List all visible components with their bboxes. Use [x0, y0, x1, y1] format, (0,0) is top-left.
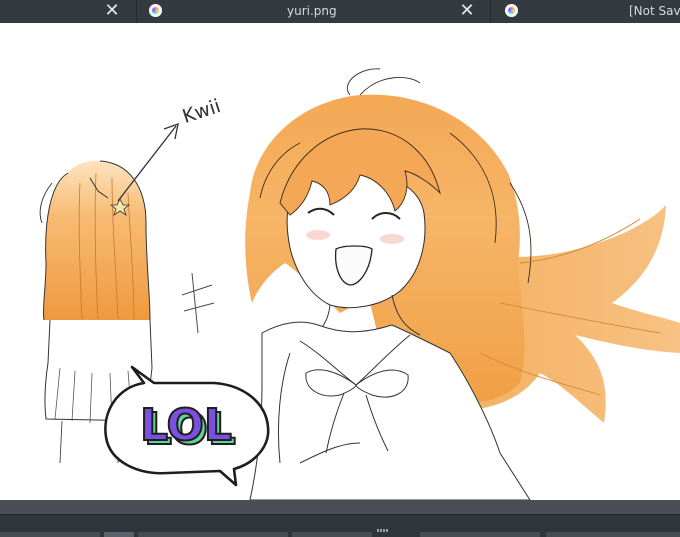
drawing-canvas[interactable]: Kwii LOL LOL: [0, 23, 680, 500]
status-segment: [420, 532, 540, 537]
status-segment: [292, 532, 372, 537]
artwork: Kwii LOL LOL: [39, 68, 680, 500]
close-icon[interactable]: ✕: [457, 1, 477, 21]
speech-bubble: LOL LOL: [104, 365, 270, 487]
app-window: ✕ yuri.png ✕ [Not Save: [0, 0, 680, 537]
tab-yuri-png[interactable]: yuri.png ✕: [137, 0, 491, 23]
horizontal-scrollbar[interactable]: [0, 500, 680, 514]
resize-grip-icon[interactable]: [377, 529, 389, 532]
app-logo-icon: [149, 4, 162, 17]
annotation-text: Kwii: [180, 95, 223, 128]
tab-not-saved[interactable]: [Not Save: [491, 0, 680, 23]
tab-label: [Not Save: [629, 4, 680, 18]
tab-label: yuri.png: [287, 4, 337, 18]
status-segment: [104, 532, 134, 537]
tab-previous[interactable]: ✕: [0, 0, 137, 23]
status-segment: [546, 532, 680, 537]
sparkle-mark: [181, 272, 215, 334]
tab-bar: ✕ yuri.png ✕ [Not Save: [0, 0, 680, 23]
app-logo-icon: [505, 4, 518, 17]
status-segment: [138, 532, 288, 537]
close-icon[interactable]: ✕: [102, 1, 122, 21]
status-segment: [0, 532, 100, 537]
main-character: [245, 68, 680, 500]
speech-bubble-text: LOL: [140, 400, 232, 451]
